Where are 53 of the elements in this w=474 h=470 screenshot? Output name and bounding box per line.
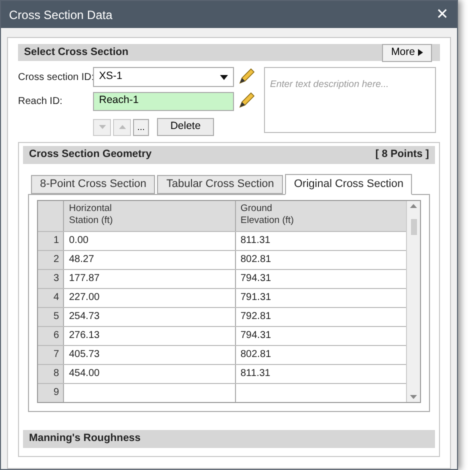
table-cell[interactable]: 794.31 [236,270,406,288]
section-title: Cross Section Geometry [29,147,152,162]
column-header: Horizontal Station (ft) [69,203,114,227]
column-header: Ground Elevation (ft) [240,203,295,227]
table-cell[interactable]: 454.00 [64,365,236,383]
delete-button[interactable]: Delete [157,118,214,136]
close-button[interactable]: ✕ [436,7,449,22]
right-arrow-icon [418,49,423,56]
row-number: 4 [38,289,64,307]
down-arrow-icon [410,395,417,399]
point-count: [ 8 Points ] [375,147,429,162]
table-cell[interactable]: 792.81 [236,308,406,326]
field-label: Reach ID: [18,94,64,108]
section-title: Select Cross Section [24,44,128,60]
table-cell[interactable]: 405.73 [64,346,236,364]
move-down-button[interactable] [93,118,111,136]
up-arrow-icon [118,125,126,129]
up-arrow-icon [410,204,417,208]
field-label: Cross section ID: [18,70,93,84]
section-title: Manning's Roughness [29,431,141,446]
more-button[interactable]: More [382,44,432,62]
dropdown-field[interactable]: XS-1 [93,67,234,87]
window-title: Cross Section Data [9,6,112,24]
table-cell[interactable]: 48.27 [64,251,236,269]
row-number: 1 [38,232,64,250]
table-cell[interactable]: 791.31 [236,289,406,307]
row-number: 5 [38,308,64,326]
table-cell[interactable]: 254.73 [64,308,236,326]
table-cell[interactable]: 794.31 [236,327,406,345]
row-number: 7 [38,346,64,364]
row-number: 8 [38,365,64,383]
tab[interactable]: 8-Point Cross Section [31,175,156,194]
table-cell[interactable]: 802.81 [236,346,406,364]
move-up-button[interactable] [113,118,131,136]
input-field[interactable]: Reach-1 [93,92,234,110]
table-cell[interactable]: 177.87 [64,270,236,288]
table-cell[interactable]: 227.00 [64,289,236,307]
table-cell[interactable]: 276.13 [64,327,236,345]
ellipsis-button[interactable]: ... [133,118,149,136]
table-cell[interactable]: 0.00 [64,232,236,250]
table-cell[interactable]: 811.31 [236,232,406,250]
down-arrow-icon [98,125,106,129]
row-number: 6 [38,327,64,345]
tab[interactable]: Tabular Cross Section [157,175,283,194]
dropdown-arrow-icon [220,74,228,80]
table-cell[interactable]: 811.31 [236,365,406,383]
row-number: 3 [38,270,64,288]
row-number: 2 [38,251,64,269]
scroll-bar[interactable] [406,201,420,402]
scroll-thumb[interactable] [410,218,416,234]
table-cell[interactable]: 802.81 [236,251,406,269]
row-number: 9 [38,384,64,402]
tab[interactable]: Original Cross Section [285,174,412,195]
